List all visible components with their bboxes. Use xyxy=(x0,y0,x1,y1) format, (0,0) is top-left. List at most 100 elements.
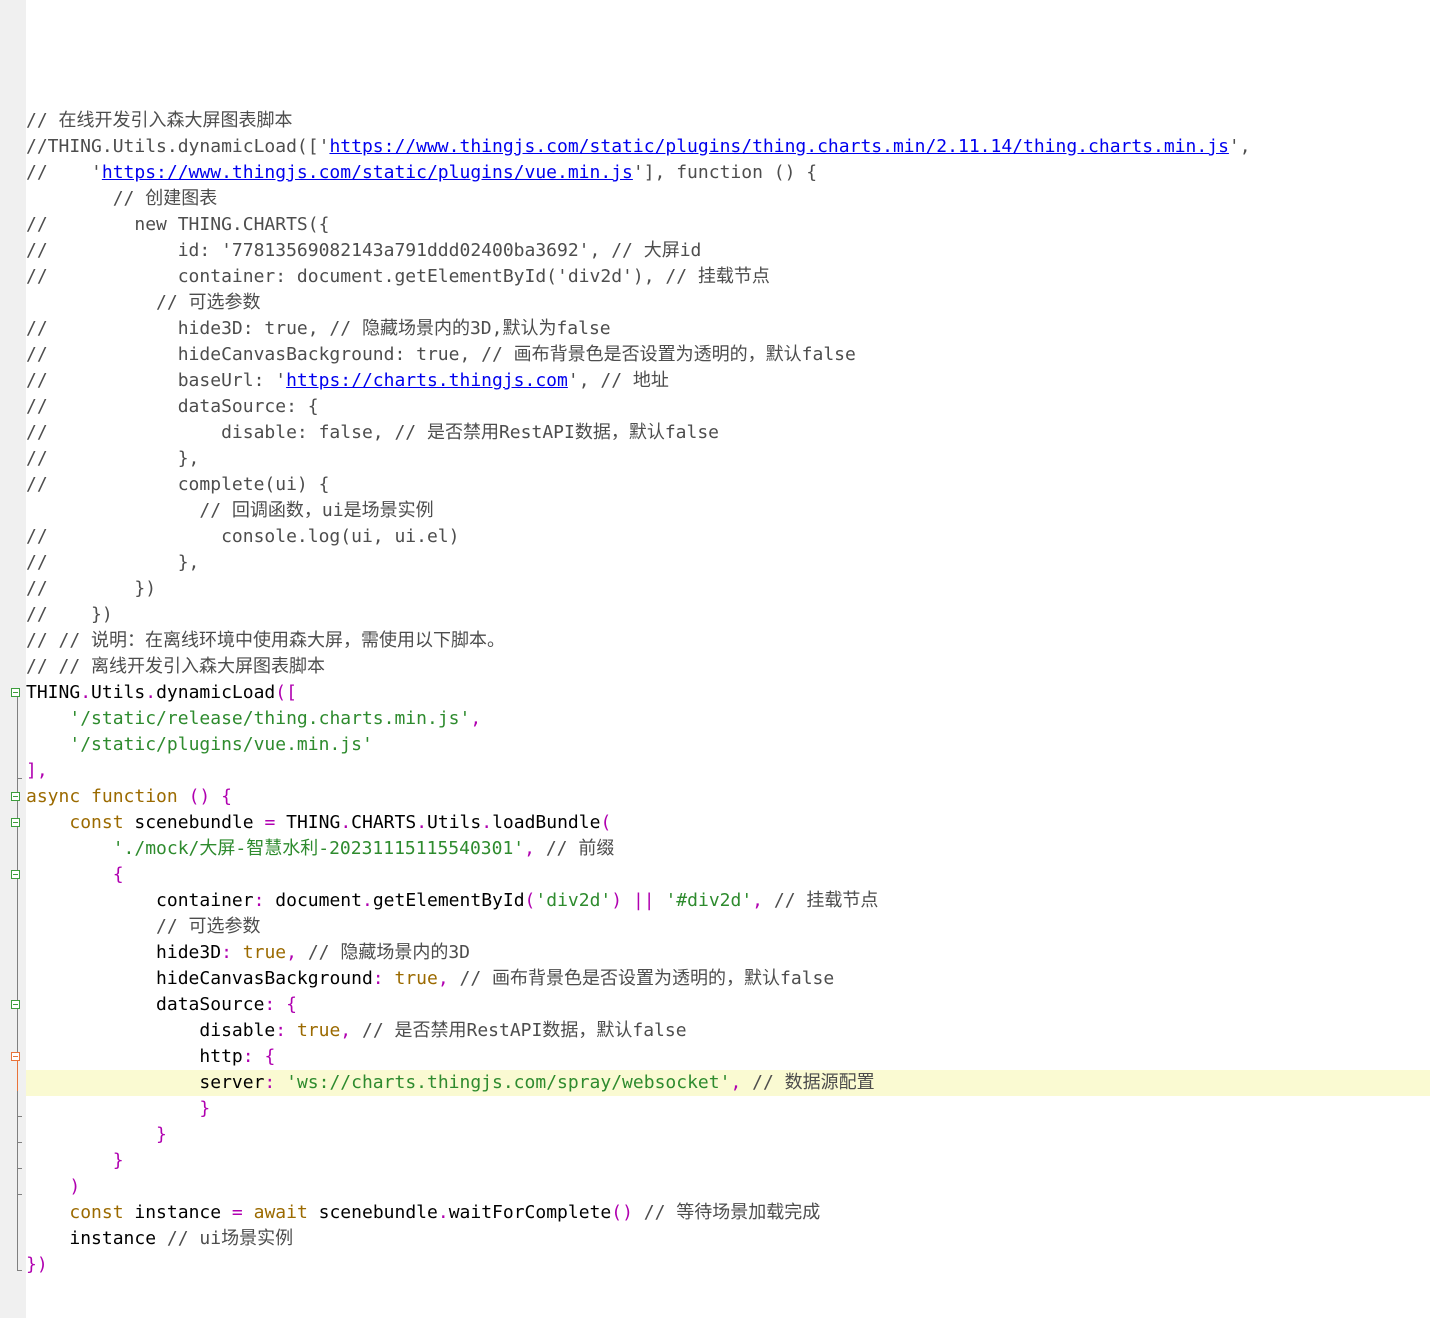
code-line[interactable]: } xyxy=(26,1096,1430,1122)
code-line[interactable]: hideCanvasBackground: true, // 画布背景色是否设置… xyxy=(26,966,1430,992)
code-line[interactable]: ], xyxy=(26,758,1430,784)
token-identifier xyxy=(210,786,221,807)
code-line[interactable]: // }, xyxy=(26,550,1430,576)
code-line[interactable]: // }) xyxy=(26,602,1430,628)
token-comment: // 隐藏场景内的3D xyxy=(307,942,470,963)
code-line[interactable]: // 在线开发引入森大屏图表脚本 xyxy=(26,108,1430,134)
fold-collapse-icon[interactable] xyxy=(11,870,20,879)
token-keyword: true xyxy=(296,1020,341,1041)
code-line[interactable]: ) xyxy=(26,1174,1430,1200)
token-operator: , xyxy=(340,1020,352,1041)
token-operator: , xyxy=(286,942,297,963)
token-comment: // id: '77813569082143a791ddd02400ba3692… xyxy=(26,240,702,261)
token-identifier: instance xyxy=(69,1228,167,1249)
code-line[interactable]: // // 离线开发引入森大屏图表脚本 xyxy=(26,654,1430,680)
code-line[interactable]: http: { xyxy=(26,1044,1430,1070)
code-line[interactable]: // hideCanvasBackground: true, // 画布背景色是… xyxy=(26,342,1430,368)
token-link[interactable]: https://www.thingjs.com/static/plugins/v… xyxy=(102,162,633,183)
code-line[interactable]: { xyxy=(26,862,1430,888)
token-string: 'ws://charts.thingjs.com/spray/websocket… xyxy=(286,1072,731,1093)
code-line[interactable]: // 创建图表 xyxy=(26,186,1430,212)
token-bracket: { xyxy=(286,994,297,1015)
token-operator: : xyxy=(372,968,384,989)
code-line[interactable]: '/static/plugins/vue.min.js' xyxy=(26,732,1430,758)
token-identifier: waitForComplete xyxy=(448,1202,612,1223)
fold-collapse-icon[interactable] xyxy=(11,1000,20,1009)
code-line[interactable]: // 可选参数 xyxy=(26,914,1430,940)
token-identifier: dynamicLoad xyxy=(156,682,276,703)
token-bracket: () xyxy=(611,1202,633,1223)
token-operator: || xyxy=(632,890,655,911)
code-line[interactable]: //THING.Utils.dynamicLoad(['https://www.… xyxy=(26,134,1430,160)
code-line[interactable]: instance // ui场景实例 xyxy=(26,1226,1430,1252)
code-line[interactable]: disable: true, // 是否禁用RestAPI数据，默认false xyxy=(26,1018,1430,1044)
token-bracket: { xyxy=(264,1046,276,1067)
token-comment: // ui场景实例 xyxy=(166,1228,294,1249)
code-line[interactable]: // }, xyxy=(26,446,1430,472)
token-identifier xyxy=(275,1072,286,1093)
code-line[interactable]: hide3D: true, // 隐藏场景内的3D xyxy=(26,940,1430,966)
token-identifier: dataSource xyxy=(156,994,265,1015)
code-line[interactable]: THING.Utils.dynamicLoad([ xyxy=(26,680,1430,706)
fold-collapse-icon[interactable] xyxy=(11,818,20,827)
token-link[interactable]: https://www.thingjs.com/static/plugins/t… xyxy=(329,136,1228,157)
code-line[interactable]: // new THING.CHARTS({ xyxy=(26,212,1430,238)
code-line[interactable]: // complete(ui) { xyxy=(26,472,1430,498)
code-line[interactable]: // hide3D: true, // 隐藏场景内的3D,默认为false xyxy=(26,316,1430,342)
token-link[interactable]: https://charts.thingjs.com xyxy=(286,370,568,391)
token-string: '/static/release/thing.charts.min.js' xyxy=(69,708,471,729)
token-identifier: CHARTS xyxy=(351,812,417,833)
code-line[interactable]: // disable: false, // 是否禁用RestAPI数据，默认fa… xyxy=(26,420,1430,446)
code-line[interactable]: async function () { xyxy=(26,784,1430,810)
code-line[interactable]: // 回调函数，ui是场景实例 xyxy=(26,498,1430,524)
code-line[interactable]: './mock/大屏-智慧水利-20231115115540301', // 前… xyxy=(26,836,1430,862)
token-identifier: THING xyxy=(26,682,81,703)
token-operator: . xyxy=(361,890,373,911)
code-line[interactable]: } xyxy=(26,1148,1430,1174)
token-comment: // hideCanvasBackground: true, // 画布背景色是… xyxy=(26,344,856,365)
token-identifier xyxy=(384,968,395,989)
token-comment: // 可选参数 xyxy=(156,292,261,313)
token-comment: // disable: false, // 是否禁用RestAPI数据，默认fa… xyxy=(26,422,720,443)
token-operator: = xyxy=(264,812,276,833)
token-identifier: loadBundle xyxy=(492,812,601,833)
code-line[interactable]: // }) xyxy=(26,576,1430,602)
code-line[interactable]: // // 说明：在离线环境中使用森大屏，需使用以下脚本。 xyxy=(26,628,1430,654)
token-bracket: { xyxy=(221,786,232,807)
code-line[interactable]: const scenebundle = THING.CHARTS.Utils.l… xyxy=(26,810,1430,836)
code-line[interactable]: // container: document.getElementById('d… xyxy=(26,264,1430,290)
token-keyword: const xyxy=(69,1202,124,1223)
code-line[interactable]: const instance = await scenebundle.waitF… xyxy=(26,1200,1430,1226)
fold-collapse-icon[interactable] xyxy=(11,1052,20,1061)
token-bracket: } xyxy=(112,1150,124,1171)
code-line[interactable]: // 可选参数 xyxy=(26,290,1430,316)
code-line[interactable]: } xyxy=(26,1122,1430,1148)
token-identifier: Utils xyxy=(91,682,146,703)
token-bracket: ) xyxy=(611,890,623,911)
code-line[interactable]: }) xyxy=(26,1252,1430,1278)
code-line-current[interactable]: server: 'ws://charts.thingjs.com/spray/w… xyxy=(26,1070,1430,1096)
token-comment: // 前缀 xyxy=(545,838,615,859)
code-line[interactable]: '/static/release/thing.charts.min.js', xyxy=(26,706,1430,732)
code-line[interactable]: dataSource: { xyxy=(26,992,1430,1018)
token-identifier xyxy=(741,1072,752,1093)
code-editor[interactable]: // 在线开发引入森大屏图表脚本 //THING.Utils.dynamicLoa… xyxy=(26,108,1430,1278)
fold-end-tick xyxy=(17,1142,22,1143)
token-comment: // }) xyxy=(26,604,113,625)
code-line[interactable]: // console.log(ui, ui.el) xyxy=(26,524,1430,550)
token-identifier xyxy=(243,1202,254,1223)
fold-collapse-icon[interactable] xyxy=(11,792,20,801)
code-line[interactable]: // 'https://www.thingjs.com/static/plugi… xyxy=(26,160,1430,186)
fold-collapse-icon[interactable] xyxy=(11,688,20,697)
token-identifier: Utils xyxy=(427,812,482,833)
code-line[interactable]: // dataSource: { xyxy=(26,394,1430,420)
token-identifier xyxy=(297,942,308,963)
code-line[interactable]: container: document.getElementById('div2… xyxy=(26,888,1430,914)
code-line[interactable]: // id: '77813569082143a791ddd02400ba3692… xyxy=(26,238,1430,264)
code-line[interactable]: // baseUrl: 'https://charts.thingjs.com'… xyxy=(26,368,1430,394)
token-comment: // hide3D: true, // 隐藏场景内的3D,默认为false xyxy=(26,318,611,339)
